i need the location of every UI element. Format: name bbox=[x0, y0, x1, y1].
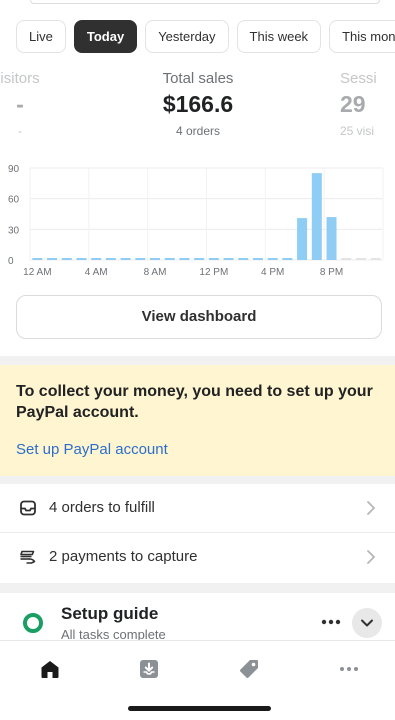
bar bbox=[370, 258, 381, 260]
tab-live[interactable]: Live bbox=[16, 20, 66, 53]
orders-to-fulfill-row[interactable]: 4 orders to fulfill bbox=[0, 484, 395, 533]
x-tick-label: 8 PM bbox=[320, 267, 343, 278]
setup-guide-title: Setup guide bbox=[61, 604, 159, 623]
tab-this-month[interactable]: This mont bbox=[329, 20, 395, 53]
bar bbox=[179, 258, 190, 260]
tab-this-week[interactable]: This week bbox=[236, 20, 322, 53]
tab-yesterday[interactable]: Yesterday bbox=[145, 20, 229, 53]
bar bbox=[252, 258, 263, 260]
collapse-toggle-button[interactable] bbox=[352, 608, 382, 638]
bar bbox=[150, 258, 161, 260]
bar bbox=[355, 258, 366, 260]
x-tick-label: 12 PM bbox=[199, 267, 228, 278]
bar bbox=[120, 258, 131, 260]
x-tick-label: 4 AM bbox=[85, 267, 108, 278]
bar bbox=[47, 258, 58, 260]
metric-label: isitors bbox=[0, 70, 40, 87]
metric-sessions[interactable]: Sessi 29 25 visi bbox=[340, 70, 395, 138]
setup-guide-subtitle: All tasks complete bbox=[61, 627, 166, 640]
bar bbox=[282, 258, 293, 260]
bar bbox=[194, 258, 205, 260]
payments-to-capture-row[interactable]: 2 payments to capture bbox=[0, 533, 395, 582]
metric-value: 29 bbox=[340, 91, 366, 117]
y-tick-label: 90 bbox=[8, 164, 20, 175]
x-tick-label: 12 AM bbox=[23, 267, 51, 278]
bar bbox=[311, 173, 322, 260]
progress-ring-icon bbox=[23, 613, 43, 633]
metric-sub: - bbox=[18, 124, 22, 138]
sales-chart: 0 30 60 90 12 AM 4 AM 8 AM 12 PM 4 PM 8 PM bbox=[0, 160, 395, 285]
chevron-down-icon bbox=[361, 619, 373, 627]
x-tick-label: 8 AM bbox=[144, 267, 167, 278]
bar bbox=[223, 258, 234, 260]
x-tick-label: 4 PM bbox=[261, 267, 284, 278]
orders-icon[interactable] bbox=[137, 657, 161, 681]
bar bbox=[208, 258, 219, 260]
bar bbox=[238, 258, 249, 260]
y-tick-label: 60 bbox=[8, 195, 20, 206]
bar bbox=[91, 258, 102, 260]
chevron-right-icon bbox=[367, 550, 376, 564]
metrics-carousel[interactable]: isitors - - Total sales $166.6 4 orders … bbox=[0, 70, 395, 150]
y-tick-label: 0 bbox=[8, 256, 14, 267]
y-tick-label: 30 bbox=[8, 225, 20, 236]
setup-guide-card: Setup guide All tasks complete bbox=[0, 593, 395, 640]
metric-label: Sessi bbox=[340, 70, 377, 87]
products-tag-icon[interactable] bbox=[237, 657, 261, 681]
setup-paypal-link[interactable]: Set up PayPal account bbox=[16, 441, 168, 458]
metric-total-sales[interactable]: Total sales $166.6 4 orders bbox=[128, 70, 268, 138]
previous-card-edge bbox=[30, 0, 380, 4]
tab-today[interactable]: Today bbox=[73, 20, 138, 53]
section-divider bbox=[0, 583, 395, 593]
bar bbox=[32, 258, 43, 260]
bar bbox=[326, 217, 337, 260]
inbox-icon bbox=[20, 500, 36, 516]
bar bbox=[297, 218, 308, 260]
metric-label: Total sales bbox=[162, 70, 234, 87]
row-label: 4 orders to fulfill bbox=[49, 499, 155, 516]
home-indicator bbox=[128, 706, 271, 711]
metric-value: - bbox=[16, 91, 24, 117]
metric-visitors[interactable]: isitors - - bbox=[0, 70, 90, 138]
chevron-right-icon bbox=[367, 501, 376, 515]
payment-icon bbox=[20, 550, 36, 564]
view-dashboard-button[interactable]: View dashboard bbox=[16, 295, 382, 339]
paypal-banner-message: To collect your money, you need to set u… bbox=[16, 383, 373, 421]
home-icon[interactable] bbox=[38, 657, 62, 681]
sales-chart-svg: 0 30 60 90 12 AM 4 AM 8 AM 12 PM 4 PM 8 PM bbox=[8, 164, 384, 278]
date-range-tabs: Live Today Yesterday This week This mont bbox=[16, 20, 395, 53]
paypal-setup-banner: To collect your money, you need to set u… bbox=[0, 365, 395, 476]
bar bbox=[267, 258, 278, 260]
more-options-icon[interactable] bbox=[318, 614, 344, 630]
bar bbox=[164, 258, 175, 260]
bar bbox=[341, 258, 352, 260]
bar bbox=[105, 258, 116, 260]
bar bbox=[61, 258, 72, 260]
bar bbox=[135, 258, 146, 260]
metric-sub: 25 visi bbox=[340, 124, 375, 138]
row-label: 2 payments to capture bbox=[49, 548, 198, 565]
more-icon[interactable] bbox=[337, 657, 361, 681]
metric-value: $166.6 bbox=[162, 91, 234, 117]
section-divider bbox=[0, 356, 395, 365]
metric-sub: 4 orders bbox=[175, 124, 221, 138]
bar bbox=[76, 258, 87, 260]
